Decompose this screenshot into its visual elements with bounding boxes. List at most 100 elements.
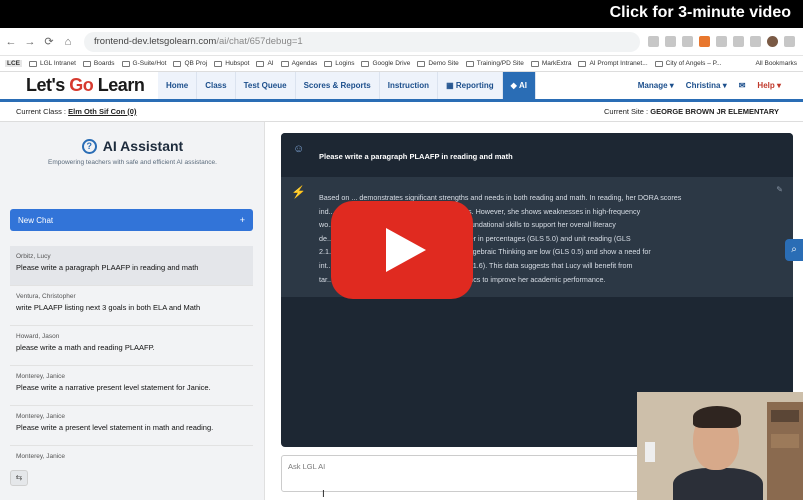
bookmark-item[interactable]: AI <box>256 60 274 67</box>
chat-preview: Please write a paragraph PLAAFP in readi… <box>16 263 199 272</box>
bookmark-item[interactable]: MarkExtra <box>530 60 572 67</box>
folder-icon <box>361 60 370 67</box>
edit-icon[interactable]: ✎ <box>776 185 783 194</box>
sidepanel-icon[interactable] <box>750 36 761 47</box>
puzzle-icon[interactable] <box>733 36 744 47</box>
menu-reporting[interactable]: ▦ Reporting <box>438 72 503 99</box>
bookmark-item[interactable]: City of Angels – P... <box>654 60 722 67</box>
folder-icon <box>82 60 91 67</box>
folder-icon <box>256 60 265 67</box>
reload-icon[interactable]: ⟳ <box>41 35 57 48</box>
extension-icon[interactable] <box>716 36 727 47</box>
text-cursor-icon: I <box>322 489 325 500</box>
video-link[interactable]: Click for 3-minute video <box>610 4 791 22</box>
zoom-icon[interactable] <box>648 36 659 47</box>
bookmark-item[interactable]: Google Drive <box>361 60 410 67</box>
forward-icon[interactable]: → <box>22 36 38 48</box>
lightning-icon: ⚡ <box>291 185 306 199</box>
logo-text: Let's <box>26 75 70 95</box>
main-menu: Home Class Test Queue Scores & Reports I… <box>158 72 536 99</box>
chat-history-list: Orbitz, Lucy Please write a paragraph PL… <box>10 246 253 468</box>
extension-icons <box>648 36 795 47</box>
bookmark-item[interactable]: Boards <box>82 60 115 67</box>
current-class-link[interactable]: Elm Oth Sif Con (0) <box>68 107 136 116</box>
help-menu[interactable]: Help ▾ <box>757 81 781 90</box>
chat-student: Ventura, Christopher <box>16 293 76 300</box>
logo-text-red: Go <box>69 75 94 95</box>
user-name-menu[interactable]: Christina ▾ <box>686 81 727 90</box>
extension-icon[interactable] <box>682 36 693 47</box>
bookmark-item[interactable]: Training/PD Site <box>465 60 524 67</box>
menu-ai[interactable]: ◆ AI <box>502 72 536 99</box>
bookmark-item[interactable]: Demo Site <box>417 60 459 67</box>
folder-icon <box>465 60 474 67</box>
webcam-lamp <box>645 442 655 462</box>
folder-icon <box>280 60 289 67</box>
assistant-title-text: AI Assistant <box>102 138 184 154</box>
bookmark-label: LGL Intranet <box>40 60 76 67</box>
url-host: frontend-dev.letsgolearn.com <box>94 36 217 47</box>
back-icon[interactable]: ← <box>3 36 19 48</box>
user-prompt-text: Please write a paragraph PLAAFP in readi… <box>319 152 513 161</box>
bookmark-item[interactable]: Hubspot <box>214 60 249 67</box>
logo-text: Learn <box>93 75 145 95</box>
chat-preview: Please write a present level statement i… <box>16 423 214 432</box>
folder-icon <box>654 60 663 67</box>
extension-orange-icon[interactable] <box>699 36 710 47</box>
logo[interactable]: Let's Go Learn <box>26 75 152 96</box>
address-bar[interactable]: frontend-dev.letsgolearn.com/ai/chat/657… <box>84 31 640 52</box>
url-path: /ai/chat/657debug=1 <box>216 36 303 47</box>
webcam-person-body <box>673 468 763 500</box>
chat-preview: write PLAAFP listing next 3 goals in bot… <box>16 303 201 312</box>
folder-icon <box>578 60 587 67</box>
menu-class[interactable]: Class <box>197 72 236 99</box>
bookmark-item[interactable]: Logins <box>324 60 354 67</box>
menu-reporting-label: Reporting <box>455 81 494 90</box>
menu-scores-reports[interactable]: Scores & Reports <box>295 72 380 99</box>
search-icon[interactable]: ⌕ <box>785 239 803 261</box>
menu-test-queue[interactable]: Test Queue <box>235 72 296 99</box>
mail-icon[interactable]: ✉ <box>739 81 746 90</box>
chat-student: Monterey, Janice <box>16 453 66 460</box>
chat-preview: please write a math and reading PLAAFP. <box>16 343 155 352</box>
class-bar: Current Class : Elm Oth Sif Con (0) Curr… <box>0 102 803 122</box>
chat-history-item[interactable]: Howard, Jason please write a math and re… <box>10 326 253 366</box>
folder-icon <box>121 60 130 67</box>
folder-icon <box>324 60 333 67</box>
chat-history-item[interactable]: Monterey, Janice Please write a present … <box>10 406 253 446</box>
bookmark-label: MarkExtra <box>541 60 572 67</box>
chat-history-item[interactable]: Monterey, Janice Please write a narrativ… <box>10 366 253 406</box>
assistant-header: ? AI Assistant Empowering teachers with … <box>0 138 265 166</box>
current-site-name: GEORGE BROWN JR ELEMENTARY <box>650 107 779 116</box>
chat-input[interactable]: Ask LGL AI I <box>281 455 641 500</box>
current-site-label: Current Site : <box>603 107 651 116</box>
menu-instruction[interactable]: Instruction <box>379 72 439 99</box>
sidebar-toggle-icon[interactable]: ⇆ <box>10 470 28 486</box>
video-play-button[interactable] <box>331 201 473 299</box>
bookmark-item[interactable]: G-Suite/Hot <box>121 60 167 67</box>
chat-history-item[interactable]: Monterey, Janice <box>10 446 253 468</box>
current-class-label: Current Class : <box>16 107 67 116</box>
chat-student: Monterey, Janice <box>16 373 66 380</box>
bookmark-label: G-Suite/Hot <box>132 60 167 67</box>
bookmark-label: Hubspot <box>225 60 250 67</box>
chat-preview: Please write a narrative present level s… <box>16 383 211 392</box>
manage-menu[interactable]: Manage ▾ <box>638 81 674 90</box>
home-icon[interactable]: ⌂ <box>60 36 76 48</box>
bookmark-label: AI <box>267 60 274 67</box>
bookmarks-bar: LCE LGL Intranet Boards G-Suite/Hot QB P… <box>0 56 803 72</box>
menu-dots-icon[interactable] <box>784 36 795 47</box>
bookmark-item[interactable]: QB Proj <box>173 60 207 67</box>
new-chat-button[interactable]: New Chat + <box>10 209 253 231</box>
menu-home[interactable]: Home <box>158 72 198 99</box>
all-bookmarks[interactable]: All Bookmarks <box>755 60 797 67</box>
chat-history-item[interactable]: Ventura, Christopher write PLAAFP listin… <box>10 286 253 326</box>
chat-sidebar: ? AI Assistant Empowering teachers with … <box>0 122 265 500</box>
bookmark-item[interactable]: LCE <box>5 60 22 67</box>
chat-history-item[interactable]: Orbitz, Lucy Please write a paragraph PL… <box>10 246 253 286</box>
profile-avatar-icon[interactable] <box>767 36 778 47</box>
star-icon[interactable] <box>665 36 676 47</box>
bookmark-item[interactable]: AI Prompt Intranet... <box>578 60 648 67</box>
bookmark-item[interactable]: Agendas <box>280 60 317 67</box>
bookmark-item[interactable]: LGL Intranet <box>29 60 76 67</box>
